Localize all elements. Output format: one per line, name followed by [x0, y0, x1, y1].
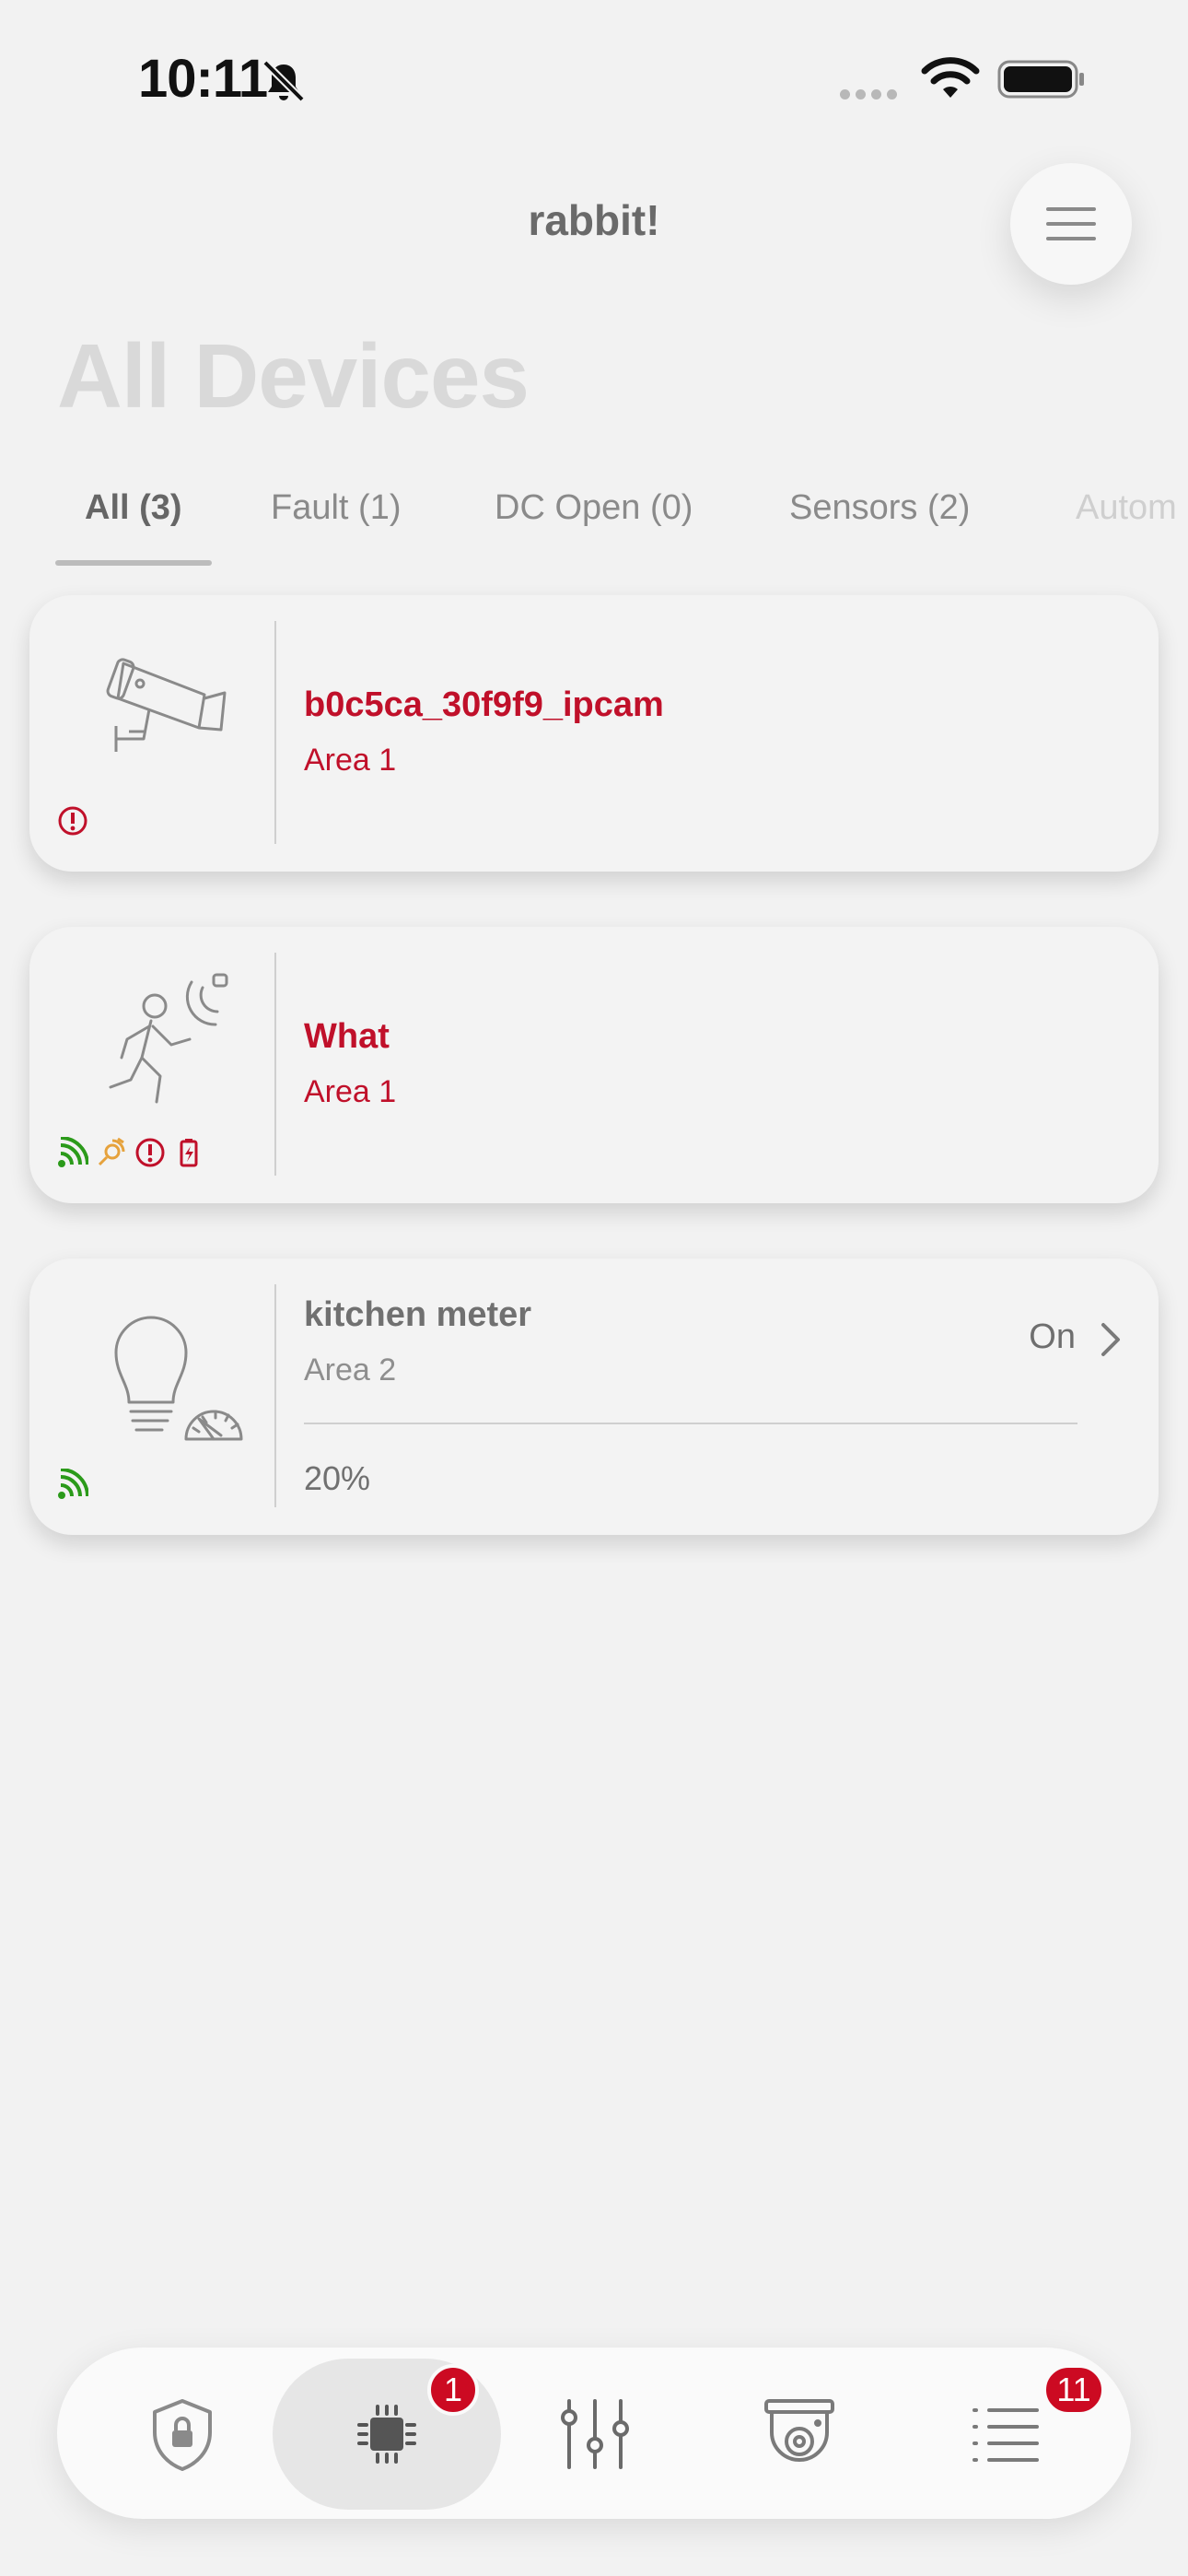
- device-card-kitchen-meter[interactable]: kitchen meter Area 2 On 20%: [29, 1259, 1159, 1535]
- battery-icon: [180, 1139, 198, 1167]
- silent-mode-icon: [262, 60, 305, 102]
- tab-sensors[interactable]: Sensors (2): [789, 488, 970, 528]
- tab-all[interactable]: All (3): [85, 488, 182, 528]
- devices-chip-icon[interactable]: [348, 2395, 425, 2473]
- active-tab-indicator: [55, 560, 212, 566]
- hamburger-icon: [1046, 207, 1096, 240]
- device-name: b0c5ca_30f9f9_ipcam: [304, 685, 664, 724]
- signal-icon: [58, 1137, 88, 1167]
- card-separator: [304, 1423, 1077, 1424]
- card-divider: [274, 621, 276, 844]
- fault-icon: [58, 806, 87, 836]
- controls-sliders-icon[interactable]: [556, 2395, 634, 2473]
- device-state[interactable]: On: [1029, 1317, 1076, 1357]
- tab-fault[interactable]: Fault (1): [271, 488, 401, 528]
- status-icons: [57, 805, 88, 837]
- cellular-signal-icon: [840, 88, 903, 104]
- device-level: 20%: [304, 1459, 371, 1497]
- status-icons: [57, 1137, 204, 1168]
- chevron-right-icon[interactable]: [1098, 1321, 1124, 1358]
- wifi-icon: [921, 57, 980, 98]
- security-shield-icon[interactable]: [144, 2395, 221, 2473]
- motion-sensor-icon: [109, 973, 228, 1104]
- fault-icon: [135, 1138, 165, 1167]
- status-icons: [57, 1469, 88, 1500]
- ip-camera-icon: [106, 658, 227, 752]
- device-card-motion[interactable]: What Area 1: [29, 927, 1159, 1203]
- battery-status-icon: [997, 60, 1084, 99]
- device-card-ipcam[interactable]: b0c5ca_30f9f9_ipcam Area 1: [29, 595, 1159, 872]
- menu-button[interactable]: [1010, 163, 1132, 285]
- status-time: 10:11: [138, 49, 268, 109]
- device-area: Area 1: [304, 743, 397, 778]
- device-area: Area 1: [304, 1074, 397, 1109]
- tab-automation[interactable]: Autom: [1076, 488, 1177, 528]
- list-icon[interactable]: [967, 2395, 1044, 2473]
- device-name: What: [304, 1017, 390, 1056]
- camera-icon[interactable]: [761, 2395, 838, 2473]
- list-badge: 11: [1042, 2364, 1105, 2416]
- card-divider: [274, 953, 276, 1176]
- card-divider: [274, 1284, 276, 1507]
- signal-icon: [58, 1469, 88, 1499]
- devices-badge: 1: [427, 2364, 479, 2416]
- tab-dc-open[interactable]: DC Open (0): [495, 488, 693, 528]
- device-area: Area 2: [304, 1352, 397, 1388]
- device-name: kitchen meter: [304, 1295, 532, 1334]
- page-title: All Devices: [57, 325, 530, 427]
- bypass-icon: [98, 1137, 125, 1166]
- dimmer-light-icon: [114, 1316, 243, 1441]
